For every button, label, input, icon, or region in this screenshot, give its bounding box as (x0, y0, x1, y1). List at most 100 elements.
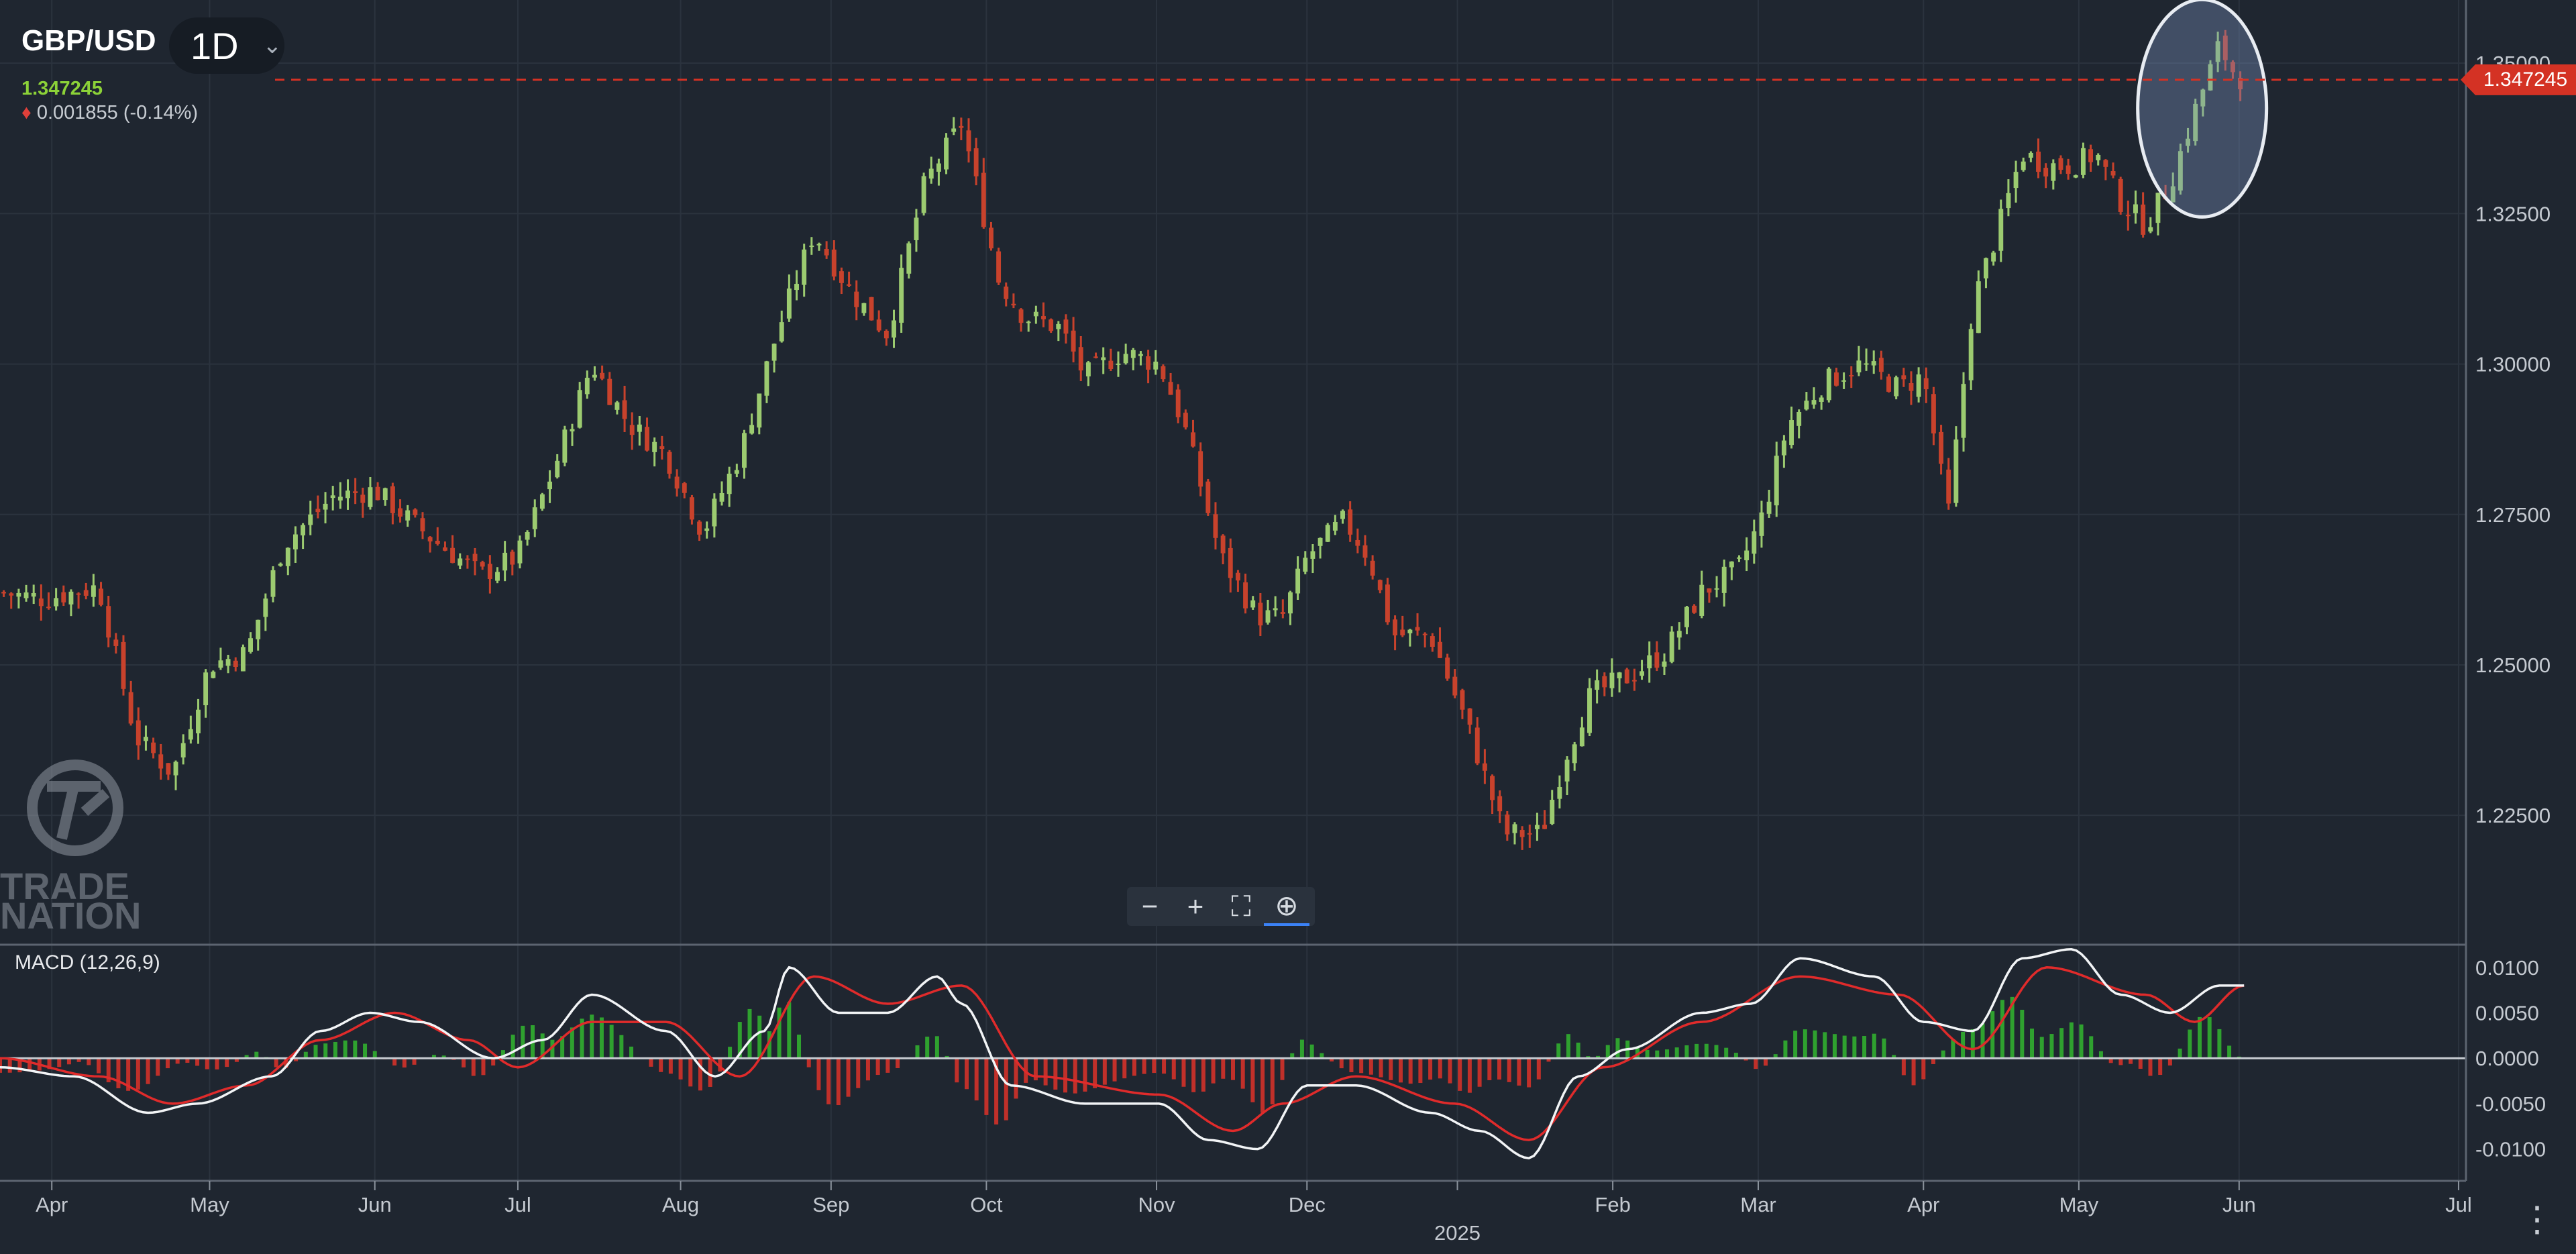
macd-hist-bar (57, 1058, 62, 1067)
candle-body (1527, 833, 1532, 835)
candle-body (764, 361, 769, 396)
candle-body (704, 528, 710, 531)
candle-body (285, 547, 290, 566)
macd-hist-bar (1339, 1058, 1344, 1069)
candle-body (899, 268, 904, 323)
candle-body (645, 427, 649, 451)
macd-hist-bar (1231, 1058, 1235, 1080)
candle-body (1894, 377, 1899, 397)
candle-body (757, 393, 762, 428)
candle-body (1991, 252, 1996, 262)
candle-body (614, 402, 620, 410)
candle-body (674, 476, 680, 489)
zoom-out-icon[interactable]: − (1127, 887, 1173, 926)
candle-body (1714, 588, 1719, 590)
candle-body (959, 125, 964, 128)
candle-body (951, 128, 957, 132)
candle-body (1220, 535, 1226, 554)
candle-body (1370, 560, 1375, 576)
candle-body (180, 743, 186, 757)
macd-hist-bar (2217, 1029, 2222, 1059)
candle-body (1692, 605, 1697, 613)
macd-tick-label: 0.0050 (2475, 1002, 2539, 1025)
candle-body (1250, 600, 1256, 608)
macd-hist-bar (1487, 1058, 1492, 1080)
candle-body (1161, 366, 1166, 380)
candle-body (2110, 170, 2116, 176)
time-tick-label: Feb (1595, 1193, 1630, 1216)
candle-body (1752, 531, 1757, 554)
macd-hist-bar (1862, 1036, 1867, 1059)
macd-hist-bar (1428, 1058, 1433, 1080)
candle-body (532, 507, 537, 529)
macd-hist-bar (363, 1043, 368, 1059)
candle-body (2051, 163, 2056, 181)
timeframe-selector[interactable]: 1D ⌄ (169, 17, 284, 74)
candle-body (427, 537, 433, 541)
chart-canvas[interactable]: TRADE NATION 1.22500 1.25000 1.27500 1.3000… (0, 0, 2576, 1254)
macd-hist-bar (1448, 1058, 1452, 1084)
macd-hist-bar (2030, 1029, 2035, 1059)
candle-body (1946, 469, 1951, 504)
candle-body (1153, 362, 1159, 370)
macd-hist-bar (1398, 1058, 1403, 1083)
macd-hist-bar (511, 1035, 515, 1059)
candle-body (360, 494, 366, 503)
candle-body (771, 344, 777, 361)
macd-hist-bar (1073, 1058, 1077, 1094)
macd-hist-bar (333, 1041, 337, 1059)
zoom-reset-icon[interactable]: ⊕ (1264, 887, 1309, 926)
candle-body (308, 514, 313, 525)
macd-hist-bar (1615, 1038, 1620, 1059)
candle-body (921, 176, 926, 213)
macd-hist-bar (1655, 1050, 1660, 1059)
macd-hist-bar (1951, 1039, 1955, 1059)
macd-hist-bar (1063, 1058, 1068, 1093)
macd-hist-bar (1438, 1058, 1442, 1079)
candle-body (345, 490, 350, 499)
candle-body (1781, 440, 1786, 456)
zoom-in-icon[interactable]: + (1173, 887, 1218, 926)
candle-body (278, 564, 283, 566)
macd-hist-bar (156, 1058, 160, 1076)
candle-body (1587, 688, 1592, 733)
macd-hist-bar (1980, 1023, 1985, 1059)
highlight-ellipse (2136, 0, 2269, 219)
macd-hist-bar (1477, 1058, 1482, 1087)
candle-body (779, 322, 784, 342)
macd-hist-bar (462, 1058, 466, 1067)
macd-hist-bar (353, 1040, 358, 1059)
time-tick-label: May (190, 1193, 229, 1216)
candle-body (2006, 193, 2011, 209)
candle-body (1123, 354, 1128, 364)
candle-body (487, 564, 492, 579)
fullscreen-icon[interactable]: ⛶ (1218, 887, 1264, 926)
candle-body (1984, 258, 1988, 278)
candle-body (465, 558, 470, 560)
macd-hist-bar (1556, 1043, 1561, 1059)
macd-hist-bar (1645, 1049, 1650, 1059)
candle-body (458, 558, 463, 566)
candle-body (54, 598, 59, 607)
candle-body (1295, 568, 1301, 594)
macd-hist-bar (481, 1058, 486, 1076)
candle-body (906, 243, 912, 274)
candle-body (9, 593, 14, 596)
macd-hist-bar (97, 1058, 101, 1074)
candle-body (143, 737, 148, 741)
candle-body (861, 303, 867, 313)
candle-body (1901, 375, 1907, 380)
time-tick-label: Aug (662, 1193, 699, 1216)
candle-body (1430, 636, 1435, 647)
candle-body (1243, 582, 1248, 609)
macd-hist-bar (1132, 1058, 1136, 1076)
macd-hist-bar (2197, 1016, 2202, 1059)
candle-body (689, 497, 694, 520)
candle-body (1310, 551, 1316, 559)
macd-hist-bar (1270, 1058, 1275, 1105)
macd-hist-bar (2207, 1017, 2212, 1059)
more-options-icon[interactable]: ⋮ (2520, 1200, 2555, 1240)
macd-hist-bar (984, 1058, 989, 1115)
price-tick-label: 1.22500 (2475, 804, 2551, 827)
macd-hist-bar (1921, 1058, 1926, 1080)
